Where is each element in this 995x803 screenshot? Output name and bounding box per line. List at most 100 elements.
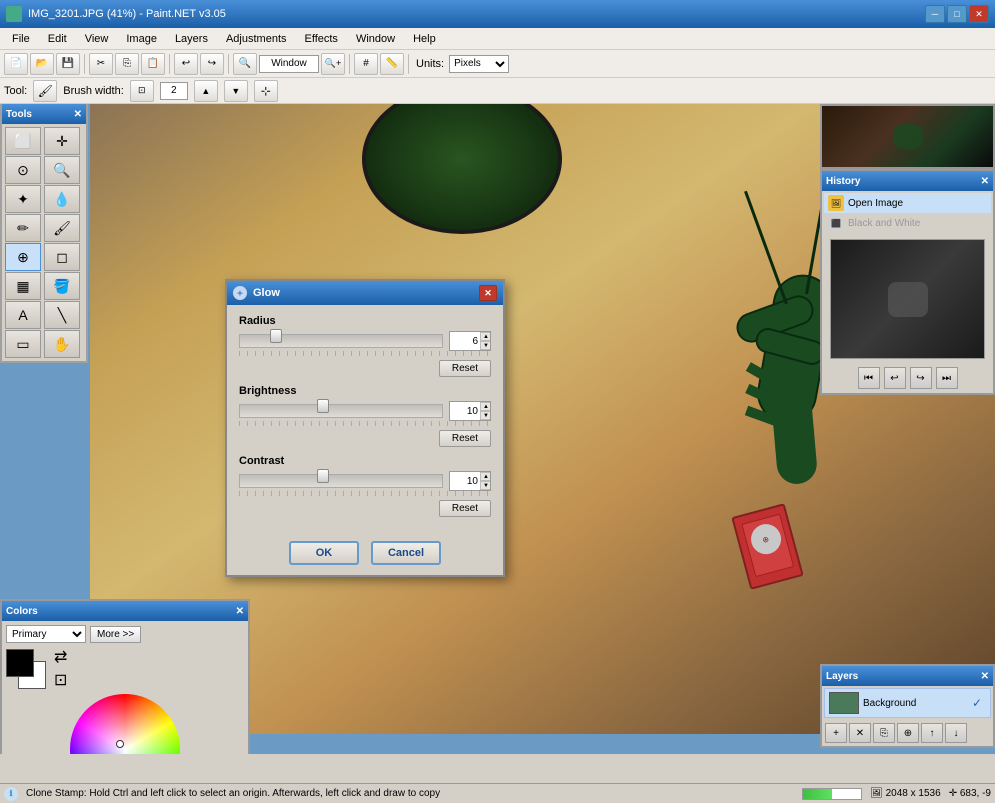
tool-shapes[interactable]: ▭ bbox=[5, 330, 41, 358]
colors-more-button[interactable]: More >> bbox=[90, 626, 141, 643]
layer-duplicate-btn[interactable]: ⎘ bbox=[873, 723, 895, 743]
tool-magic-wand[interactable]: ✦ bbox=[5, 185, 41, 213]
toolbar-zoom-out[interactable]: 🔍 bbox=[233, 53, 257, 75]
tool-zoom[interactable]: 🔍 bbox=[44, 156, 80, 184]
glow-cancel-button[interactable]: Cancel bbox=[371, 541, 441, 565]
menu-file[interactable]: File bbox=[4, 31, 38, 47]
toolbar-copy[interactable]: ⎘ bbox=[115, 53, 139, 75]
toolbar-new[interactable]: 📄 bbox=[4, 53, 28, 75]
tool-move[interactable]: ✛ bbox=[44, 127, 80, 155]
menu-layers[interactable]: Layers bbox=[167, 31, 216, 47]
layer-thumbnail bbox=[829, 692, 859, 714]
layer-delete-btn[interactable]: ✕ bbox=[849, 723, 871, 743]
glow-ok-button[interactable]: OK bbox=[289, 541, 359, 565]
contrast-slider-thumb[interactable] bbox=[317, 469, 329, 483]
contrast-slider-track[interactable] bbox=[239, 474, 443, 488]
layer-visible-icon[interactable]: ✓ bbox=[972, 696, 986, 710]
menu-help[interactable]: Help bbox=[405, 31, 444, 47]
brightness-input-box: ▲ ▼ bbox=[449, 401, 491, 421]
brightness-slider-thumb[interactable] bbox=[317, 399, 329, 413]
tool-eraser[interactable]: ◻ bbox=[44, 243, 80, 271]
contrast-spin-up[interactable]: ▲ bbox=[480, 472, 491, 481]
brush-size-icon: ⊡ bbox=[130, 80, 154, 102]
radius-slider-thumb[interactable] bbox=[270, 329, 282, 343]
toolbar-cut[interactable]: ✂ bbox=[89, 53, 113, 75]
history-first-btn[interactable]: ⏮ bbox=[858, 367, 880, 389]
glow-dialog-titlebar[interactable]: ✦ Glow ✕ bbox=[227, 281, 503, 305]
brightness-spin-up[interactable]: ▲ bbox=[480, 402, 491, 411]
tool-line[interactable]: ╲ bbox=[44, 301, 80, 329]
layers-panel-close[interactable]: ✕ bbox=[981, 671, 989, 682]
tool-rectangle-select[interactable]: ⬜ bbox=[5, 127, 41, 155]
toolbar-undo[interactable]: ↩ bbox=[174, 53, 198, 75]
menu-adjustments[interactable]: Adjustments bbox=[218, 31, 295, 47]
toolbar-open[interactable]: 📂 bbox=[30, 53, 54, 75]
menu-edit[interactable]: Edit bbox=[40, 31, 75, 47]
brush-shape[interactable]: ⊹ bbox=[254, 80, 278, 102]
units-dropdown[interactable]: Pixels bbox=[449, 55, 509, 73]
color-wheel[interactable] bbox=[70, 694, 180, 754]
radius-reset-button[interactable]: Reset bbox=[439, 360, 491, 377]
swap-colors-icon[interactable]: ⇄ bbox=[54, 647, 67, 667]
layer-add-btn[interactable]: + bbox=[825, 723, 847, 743]
menu-view[interactable]: View bbox=[77, 31, 117, 47]
tool-eyedropper[interactable]: 💧 bbox=[44, 185, 80, 213]
menu-effects[interactable]: Effects bbox=[297, 31, 346, 47]
tools-panel-close[interactable]: ✕ bbox=[74, 109, 82, 120]
tool-clone-stamp[interactable]: ⊕ bbox=[5, 243, 41, 271]
layer-merge-btn[interactable]: ⊕ bbox=[897, 723, 919, 743]
toolbar-paste[interactable]: 📋 bbox=[141, 53, 165, 75]
color-wheel-container[interactable] bbox=[70, 694, 180, 754]
tool-lasso[interactable]: ⊙ bbox=[5, 156, 41, 184]
history-next-btn[interactable]: ↪ bbox=[910, 367, 932, 389]
primary-color-swatch[interactable] bbox=[6, 649, 34, 677]
brightness-input[interactable] bbox=[450, 405, 480, 418]
history-item-open-image[interactable]: 🖼 Open Image bbox=[824, 193, 991, 213]
brush-width-input[interactable] bbox=[160, 82, 188, 100]
colors-panel-close[interactable]: ✕ bbox=[236, 606, 244, 617]
glow-dialog-close-button[interactable]: ✕ bbox=[479, 285, 497, 301]
maximize-button[interactable]: □ bbox=[947, 5, 967, 23]
toolbar-redo[interactable]: ↪ bbox=[200, 53, 224, 75]
layer-down-btn[interactable]: ↓ bbox=[945, 723, 967, 743]
tool-gradient[interactable]: ▦ bbox=[5, 272, 41, 300]
radius-spin-down[interactable]: ▼ bbox=[480, 341, 491, 350]
toolbar-grid[interactable]: # bbox=[354, 53, 378, 75]
zoom-dropdown[interactable]: Window bbox=[259, 55, 319, 73]
menu-window[interactable]: Window bbox=[348, 31, 403, 47]
contrast-spin-down[interactable]: ▼ bbox=[480, 481, 491, 490]
brush-dec[interactable]: ▼ bbox=[224, 80, 248, 102]
toolbar-rulers[interactable]: 📏 bbox=[380, 53, 404, 75]
history-item-bw[interactable]: ⬛ Black and White bbox=[824, 213, 991, 233]
progress-fill bbox=[803, 789, 832, 799]
color-mode-dropdown[interactable]: Primary Secondary bbox=[6, 625, 86, 643]
contrast-input[interactable] bbox=[450, 475, 480, 488]
brightness-reset-button[interactable]: Reset bbox=[439, 430, 491, 447]
menu-image[interactable]: Image bbox=[118, 31, 165, 47]
tool-brush[interactable]: 🖌 bbox=[44, 214, 80, 242]
brush-inc[interactable]: ▲ bbox=[194, 80, 218, 102]
minimize-button[interactable]: ─ bbox=[925, 5, 945, 23]
contrast-reset-button[interactable]: Reset bbox=[439, 500, 491, 517]
tool-fill[interactable]: 🪣 bbox=[44, 272, 80, 300]
toolbar-sep2 bbox=[169, 54, 170, 74]
toolbar-save[interactable]: 💾 bbox=[56, 53, 80, 75]
tool-pan[interactable]: ✋ bbox=[44, 330, 80, 358]
current-tool-icon[interactable]: 🖌 bbox=[33, 80, 57, 102]
radius-input[interactable] bbox=[450, 335, 480, 348]
status-bar: ℹ Clone Stamp: Hold Ctrl and left click … bbox=[0, 783, 995, 803]
radius-slider-track[interactable] bbox=[239, 334, 443, 348]
brightness-slider-track[interactable] bbox=[239, 404, 443, 418]
toolbar-zoom-in[interactable]: 🔍+ bbox=[321, 53, 345, 75]
close-window-button[interactable]: ✕ bbox=[969, 5, 989, 23]
brightness-spin-down[interactable]: ▼ bbox=[480, 411, 491, 420]
layer-up-btn[interactable]: ↑ bbox=[921, 723, 943, 743]
layer-background[interactable]: Background ✓ bbox=[824, 688, 991, 718]
tool-pencil[interactable]: ✏ bbox=[5, 214, 41, 242]
radius-spin-up[interactable]: ▲ bbox=[480, 332, 491, 341]
tool-text[interactable]: A bbox=[5, 301, 41, 329]
reset-colors-icon[interactable]: ⊡ bbox=[54, 670, 67, 690]
history-last-btn[interactable]: ⏭ bbox=[936, 367, 958, 389]
history-prev-btn[interactable]: ↩ bbox=[884, 367, 906, 389]
history-panel-close[interactable]: ✕ bbox=[981, 176, 989, 187]
